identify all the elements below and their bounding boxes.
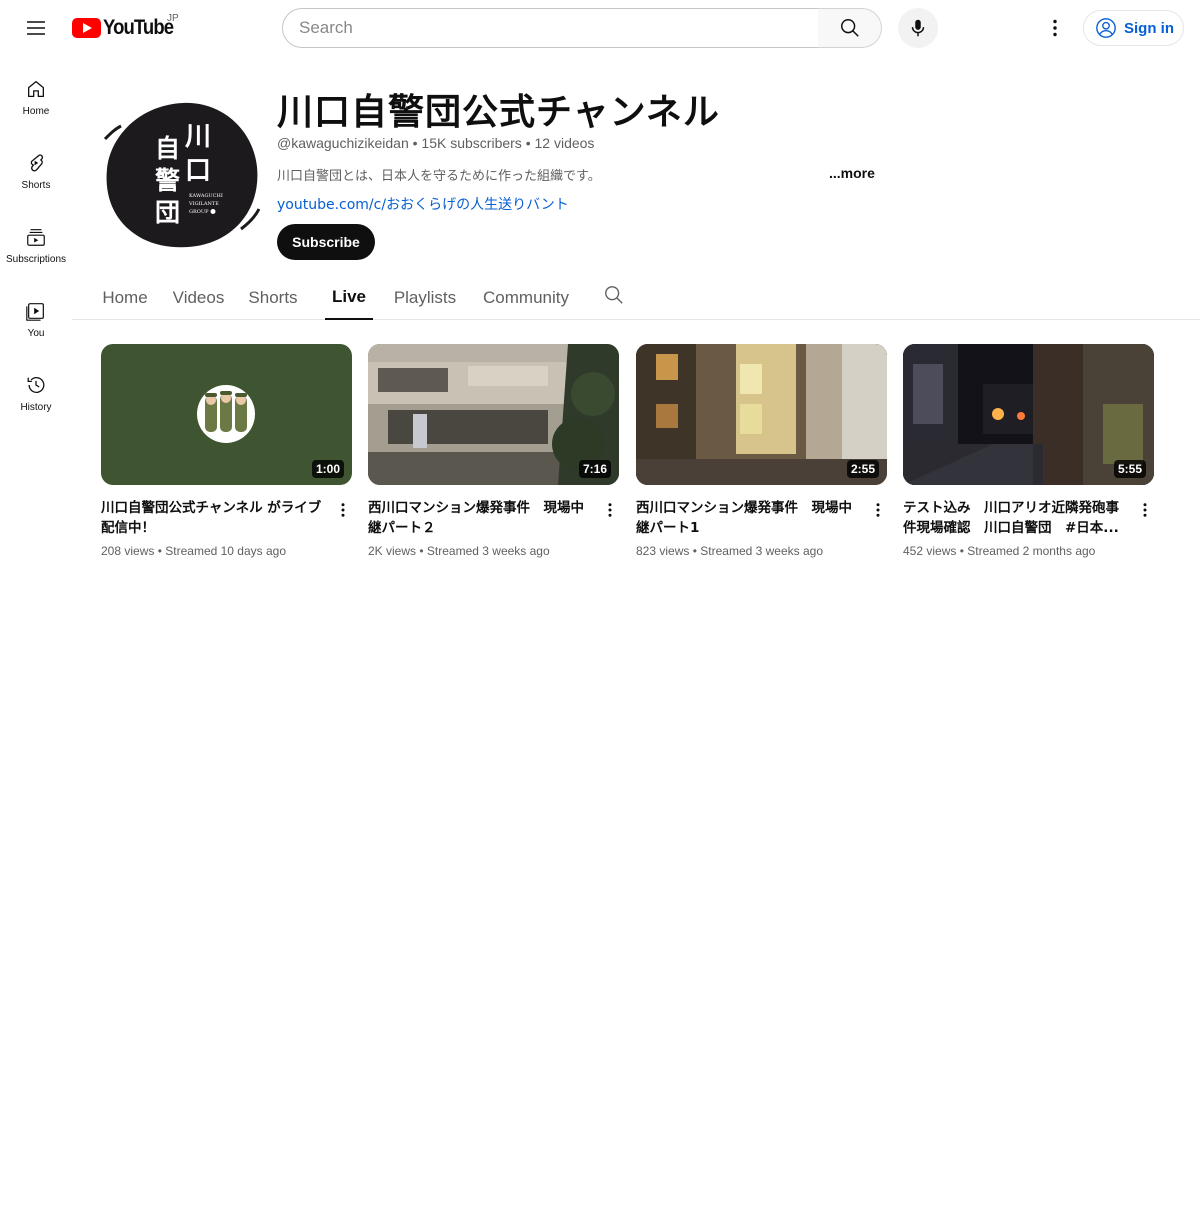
subscriber-count: 15K subscribers: [421, 135, 522, 151]
view-count: 452 views: [903, 544, 957, 558]
video-card: 2:55 西川口マンション爆発事件 現場中継パート1 823 views • S…: [636, 344, 888, 558]
subscriptions-icon: [27, 229, 45, 246]
video-card: 1:00 川口自警団公式チャンネル がライブ配信中！ 208 views • S…: [101, 344, 353, 558]
video-action-menu[interactable]: [868, 500, 888, 520]
video-meta: 452 views • Streamed 2 months ago: [903, 544, 1095, 558]
video-action-menu[interactable]: [333, 500, 353, 520]
sidebar-item-subscriptions[interactable]: Subscriptions: [4, 204, 68, 278]
avatar-kanji-dan: 団: [155, 198, 180, 227]
tab-videos[interactable]: Videos: [172, 276, 225, 319]
video-thumbnail[interactable]: 5:55: [903, 344, 1154, 485]
channel-logo-image: 川 口 自 警 団 KAWAGUCHI VIGILANTE GROUP: [103, 102, 261, 248]
channel-description[interactable]: 川口自警団とは、日本人を守るために作った組織です。: [277, 165, 601, 184]
view-count: 823 views: [636, 544, 690, 558]
meta-separator: •: [419, 544, 427, 558]
more-vert-icon: [341, 503, 345, 517]
search-button[interactable]: [818, 8, 882, 48]
video-duration: 5:55: [1113, 460, 1146, 478]
search-box: [282, 8, 819, 48]
video-count: 12 videos: [534, 135, 595, 151]
tab-shorts[interactable]: Shorts: [248, 276, 298, 319]
you-icon: [26, 303, 44, 321]
account-icon: [1096, 18, 1116, 38]
video-card: 7:16 西川口マンション爆発事件 現場中継パート２ 2K views • St…: [368, 344, 620, 558]
hamburger-icon: [27, 21, 45, 35]
video-title[interactable]: 川口自警団公式チャンネル がライブ配信中！: [101, 498, 329, 538]
stream-date: Streamed 2 months ago: [967, 544, 1096, 558]
sidebar-item-shorts[interactable]: Shorts: [4, 130, 68, 204]
microphone-icon: [911, 19, 925, 37]
avatar-text-group: GROUP: [189, 209, 209, 215]
video-title[interactable]: 西川口マンション爆発事件 現場中継パート２: [368, 498, 596, 538]
channel-search-button[interactable]: [603, 284, 627, 308]
sidebar-item-label: You: [27, 328, 45, 339]
view-count: 2K views: [368, 544, 417, 558]
channel-link[interactable]: youtube.com/c/おおくらげの人生送りバント: [277, 194, 569, 214]
tab-live[interactable]: Live: [325, 276, 373, 320]
video-title[interactable]: 西川口マンション爆発事件 現場中継パート1: [636, 498, 864, 538]
search-input[interactable]: [299, 9, 818, 47]
sign-in-button[interactable]: Sign in: [1083, 10, 1184, 46]
video-title[interactable]: テスト込み 川口アリオ近隣発砲事件現場確認 川口自警団 #日本...: [903, 498, 1131, 538]
video-thumbnail[interactable]: 1:00: [101, 344, 352, 485]
video-action-menu[interactable]: [600, 500, 620, 520]
tab-home[interactable]: Home: [102, 276, 148, 319]
video-meta: 823 views • Streamed 3 weeks ago: [636, 544, 823, 558]
avatar-text-kawaguchi: KAWAGUCHI: [189, 193, 223, 199]
logo-text: YouTube: [103, 16, 174, 39]
sidebar-item-home[interactable]: Home: [4, 56, 68, 130]
stream-date: Streamed 3 weeks ago: [700, 544, 824, 558]
video-meta: 2K views • Streamed 3 weeks ago: [368, 544, 550, 558]
history-icon: [27, 377, 45, 393]
sidebar-item-label: History: [20, 402, 52, 413]
more-vert-icon: [1053, 19, 1057, 37]
sidebar-item-label: Shorts: [21, 180, 51, 191]
video-card: 5:55 テスト込み 川口アリオ近隣発砲事件現場確認 川口自警団 #日本... …: [903, 344, 1155, 558]
sidebar-item-label: Home: [22, 106, 50, 117]
description-more-button[interactable]: ...more: [829, 165, 875, 181]
channel-tabs: Home Videos Shorts Live Playlists Commun…: [72, 276, 1200, 320]
settings-more-button[interactable]: [1035, 8, 1075, 48]
avatar-text-vigilante: VIGILANTE: [188, 201, 219, 207]
avatar-kanji-kuchi: 口: [185, 156, 211, 186]
masthead: YouTube JP Sign in: [0, 0, 1200, 56]
video-duration: 7:16: [578, 460, 611, 478]
sidebar-item-history[interactable]: History: [4, 352, 68, 426]
avatar-kanji-kawa: 川: [185, 122, 211, 152]
menu-button[interactable]: [16, 8, 56, 48]
sidebar-item-label: Subscriptions: [5, 254, 67, 265]
stream-date: Streamed 10 days ago: [165, 544, 287, 558]
video-thumbnail[interactable]: 2:55: [636, 344, 887, 485]
youtube-logo[interactable]: YouTube JP: [72, 13, 183, 40]
avatar-kanji-kei: 警: [154, 166, 180, 195]
search-icon: [605, 286, 623, 304]
search-icon: [840, 19, 859, 37]
video-thumbnail[interactable]: 7:16: [368, 344, 619, 485]
shorts-icon: [30, 154, 44, 172]
more-vert-icon: [876, 503, 880, 517]
voice-search-button[interactable]: [898, 8, 938, 48]
subscribe-button[interactable]: Subscribe: [277, 224, 375, 260]
region-code: JP: [167, 13, 179, 24]
video-duration: 1:00: [311, 460, 344, 478]
tab-community[interactable]: Community: [481, 276, 571, 319]
channel-meta: @kawaguchizikeidan • 15K subscribers • 1…: [277, 135, 594, 151]
more-vert-icon: [608, 503, 612, 517]
sign-in-label: Sign in: [1124, 19, 1174, 37]
video-meta: 208 views • Streamed 10 days ago: [101, 544, 286, 558]
meta-separator: •: [525, 135, 535, 151]
video-action-menu[interactable]: [1135, 500, 1155, 520]
tab-playlists[interactable]: Playlists: [393, 276, 457, 319]
channel-handle: @kawaguchizikeidan: [277, 135, 409, 151]
channel-avatar[interactable]: 川 口 自 警 団 KAWAGUCHI VIGILANTE GROUP: [101, 99, 261, 251]
view-count: 208 views: [101, 544, 155, 558]
youtube-play-icon: [72, 18, 101, 38]
stream-date: Streamed 3 weeks ago: [426, 544, 550, 558]
sidebar-item-you[interactable]: You: [4, 278, 68, 352]
channel-title: 川口自警団公式チャンネル: [277, 92, 720, 133]
home-icon: [28, 81, 44, 97]
avatar-kanji-ji: 自: [155, 134, 180, 163]
more-vert-icon: [1143, 503, 1147, 517]
video-duration: 2:55: [846, 460, 879, 478]
